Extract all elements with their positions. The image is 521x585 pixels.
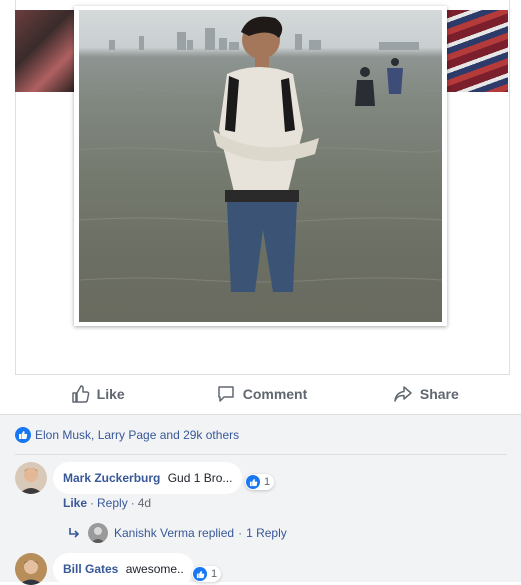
comment-text: awesome.. (125, 562, 184, 576)
avatar[interactable] (15, 462, 47, 494)
comment-reaction-count[interactable]: 1 (245, 474, 275, 490)
like-button-label: Like (96, 386, 125, 402)
replies-preview-text: Kanishk Verma replied (114, 526, 235, 540)
like-reaction-icon (193, 567, 207, 581)
reaction-count-value: 1 (264, 476, 271, 488)
reply-arrow-icon (69, 528, 80, 538)
share-icon (394, 386, 412, 402)
comment-author[interactable]: Mark Zuckerburg (63, 471, 160, 485)
reactions-summary[interactable]: Elon Musk, Larry Page and 29k others (15, 427, 239, 443)
replies-preview[interactable]: Kanishk Verma replied · 1 Reply (68, 523, 287, 543)
comment-button[interactable]: Comment (179, 384, 343, 404)
comment-reply-link[interactable]: Reply (97, 496, 128, 510)
comments-section: Elon Musk, Larry Page and 29k others Mar… (0, 414, 521, 585)
like-button[interactable]: Like (15, 384, 179, 404)
share-button[interactable]: Share (344, 384, 508, 404)
thumbs-up-icon (71, 385, 90, 403)
comment-icon (217, 386, 234, 402)
post-photo[interactable] (79, 10, 442, 322)
share-button-label: Share (419, 386, 459, 402)
adjacent-photo-right[interactable] (447, 10, 508, 92)
comment-text: Gud 1 Bro... (167, 471, 233, 485)
comment-age[interactable]: 4d (138, 496, 151, 510)
reaction-count-value: 1 (211, 568, 218, 580)
comment-bubble: Mark Zuckerburg Gud 1 Bro... (53, 462, 243, 494)
reactions-summary-text: Elon Musk, Larry Page and 29k others (35, 428, 240, 442)
comment-meta: Like · Reply · 4d (63, 496, 152, 510)
comment-author[interactable]: Bill Gates (63, 562, 118, 576)
like-reaction-icon (15, 427, 31, 443)
post-action-bar: Like Comment Share (15, 374, 508, 414)
replies-count: 1 Reply (246, 526, 287, 540)
like-reaction-icon (246, 475, 260, 489)
comment-button-label: Comment (242, 386, 308, 402)
comment-reaction-count[interactable]: 1 (192, 566, 222, 582)
comments-divider (15, 454, 507, 455)
post-photo-frame (74, 6, 447, 326)
adjacent-photo-left[interactable] (15, 10, 75, 92)
avatar[interactable] (15, 553, 47, 585)
comment-bubble: Bill Gates awesome.. (53, 553, 194, 585)
comment-like-link[interactable]: Like (63, 496, 87, 510)
avatar (88, 523, 108, 543)
